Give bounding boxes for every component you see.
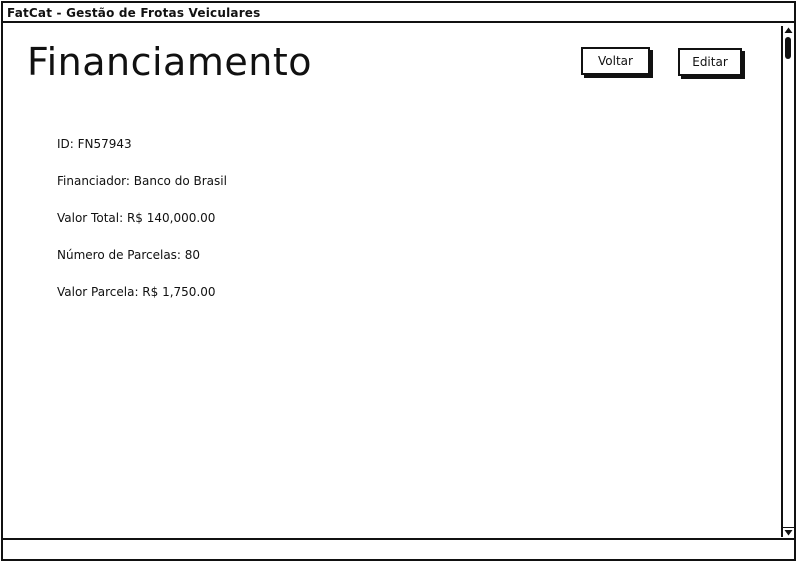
financing-id: ID: FN57943 [57,137,132,151]
financing-installment-count: Número de Parcelas: 80 [57,248,201,262]
back-button[interactable]: Voltar [581,47,650,75]
financing-lender: Financiador: Banco do Brasil [57,174,227,188]
financing-installment-value: Valor Parcela: R$ 1,750.00 [57,285,216,299]
status-bar [1,538,796,561]
financing-details: ID: FN57943 Financiador: Banco do Brasil… [57,136,227,321]
edit-button[interactable]: Editar [678,48,742,76]
window-title: FatCat - Gestão de Frotas Veiculares [7,6,261,20]
content-area: Financiamento Voltar Editar ID: FN57943 … [1,23,796,540]
scroll-thumb[interactable] [785,37,791,59]
app-window: FatCat - Gestão de Frotas Veiculares Fin… [0,0,799,563]
page-title: Financiamento [27,40,312,84]
financing-total-value: Valor Total: R$ 140,000.00 [57,211,216,225]
arrow-down-icon[interactable] [783,527,794,537]
window-titlebar: FatCat - Gestão de Frotas Veiculares [1,1,796,23]
arrow-up-icon[interactable] [783,26,794,35]
vertical-scrollbar[interactable] [781,26,794,537]
